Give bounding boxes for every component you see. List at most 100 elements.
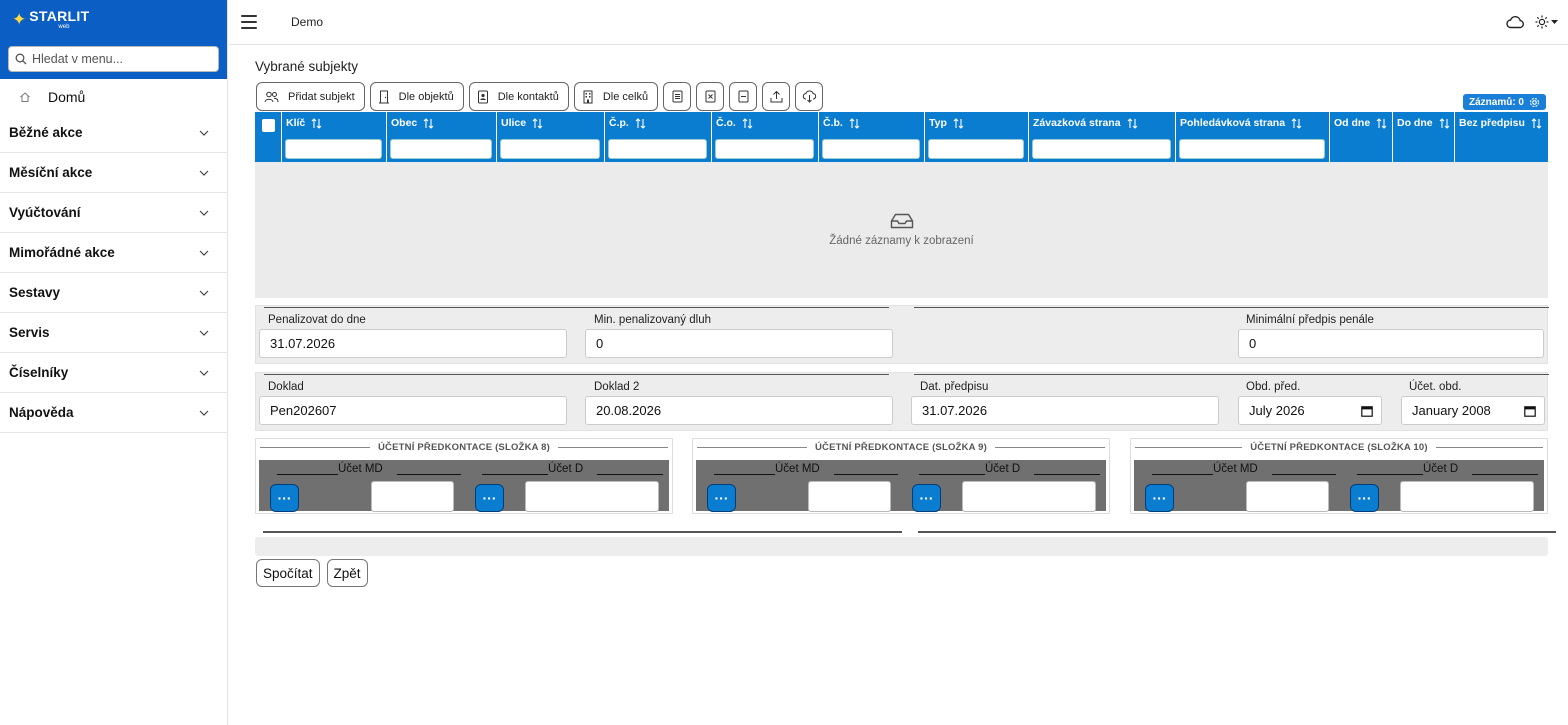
calculate-button[interactable]: Spočítat [256, 559, 320, 587]
column-filter-input[interactable] [285, 139, 382, 159]
sort-icon[interactable] [1531, 117, 1542, 129]
column-title: Od dne [1334, 117, 1371, 129]
min-debt-input[interactable]: 0 [585, 329, 893, 358]
sort-icon[interactable] [1376, 117, 1387, 129]
account-d-input[interactable] [1400, 481, 1534, 512]
back-button[interactable]: Zpět [326, 559, 368, 587]
inbox-icon [890, 213, 913, 229]
records-count-badge[interactable]: Záznamů: 0 [1462, 94, 1546, 110]
sidebar-group[interactable]: Servis [0, 313, 227, 353]
select-all-checkbox[interactable] [261, 119, 275, 132]
account-d-picker-button[interactable]: ··· [912, 484, 941, 512]
sort-icon[interactable] [311, 117, 322, 129]
grid-column-header[interactable]: Typ [925, 112, 1029, 162]
sort-icon[interactable] [742, 117, 753, 129]
grid-column-header[interactable]: Klíč [282, 112, 387, 162]
column-filter-input[interactable] [1032, 139, 1171, 159]
account-md-input[interactable] [808, 481, 891, 512]
column-title: Obec [391, 117, 418, 129]
search-icon [15, 53, 27, 65]
sidebar-group[interactable]: Mimořádné akce [0, 233, 227, 273]
grid-column-header[interactable]: Závazková strana [1029, 112, 1176, 162]
account-d-picker-button[interactable]: ··· [1350, 484, 1379, 512]
sort-icon[interactable] [849, 117, 860, 129]
grid-column-header[interactable]: Od dne [1330, 112, 1393, 162]
account-d-input[interactable] [525, 481, 659, 512]
doc2-field: Doklad 2 20.08.2026 [582, 373, 908, 432]
account-md-input[interactable] [1246, 481, 1329, 512]
sort-icon[interactable] [953, 117, 964, 129]
by-contacts-button[interactable]: Dle kontaktů [468, 82, 569, 111]
sort-icon[interactable] [1439, 117, 1450, 129]
app-logo[interactable]: ✦ STARLIT web [12, 9, 89, 31]
account-md-picker-button[interactable]: ··· [270, 484, 299, 512]
account-md-picker-button[interactable]: ··· [1145, 484, 1174, 512]
sidebar-group-label: Měsíční akce [9, 165, 93, 180]
column-filter-input[interactable] [390, 139, 492, 159]
sidebar-group[interactable]: Číselníky [0, 353, 227, 393]
grid-header: Klíč Obec Ulice Č.p. Č.o. Č.b. Typ Závazková st… [255, 112, 1548, 162]
page-header-title: Demo [291, 15, 324, 29]
sidebar-item-home[interactable]: Domů [0, 80, 227, 113]
sidebar-group-label: Vyúčtování [9, 205, 81, 220]
column-filter-input[interactable] [1179, 139, 1325, 159]
date-input[interactable]: 31.07.2026 [911, 396, 1219, 425]
status-bar [255, 537, 1548, 556]
sort-icon[interactable] [635, 117, 646, 129]
by-objects-button[interactable]: Dle objektů [369, 82, 464, 111]
sort-icon[interactable] [1127, 117, 1138, 129]
add-subject-button[interactable]: Přidat subjekt [256, 82, 365, 111]
hamburger-menu-icon[interactable] [241, 15, 257, 29]
building-icon [583, 90, 593, 103]
calendar-icon[interactable] [1524, 405, 1536, 417]
text-document-button[interactable] [663, 82, 692, 111]
penalize-until-input[interactable]: 31.07.2026 [259, 329, 567, 358]
min-debt-label: Min. penalizovaný dluh [594, 314, 711, 326]
theme-toggle[interactable] [1535, 15, 1558, 29]
excel-export-button[interactable] [696, 82, 725, 111]
grid-column-header[interactable]: Ulice [497, 112, 605, 162]
remove-document-button[interactable] [729, 82, 758, 111]
by-contacts-label: Dle kontaktů [497, 90, 559, 103]
grid-column-header[interactable]: Č.b. [819, 112, 925, 162]
column-filter-input[interactable] [715, 139, 814, 159]
sidebar-group[interactable]: Běžné akce [0, 113, 227, 153]
account-d-input[interactable] [962, 481, 1096, 512]
doc2-input[interactable]: 20.08.2026 [585, 396, 893, 425]
grid-column-header[interactable]: Do dne [1393, 112, 1455, 162]
sidebar-item-home-label: Domů [48, 88, 86, 105]
min-penalty-input[interactable]: 0 [1238, 329, 1544, 358]
account-d-picker-button[interactable]: ··· [475, 484, 504, 512]
by-units-button[interactable]: Dle celků [573, 82, 659, 111]
grid-column-header[interactable]: Č.o. [712, 112, 819, 162]
grid-column-header[interactable]: Pohledávková strana [1176, 112, 1330, 162]
grid-column-header[interactable]: Č.p. [605, 112, 712, 162]
column-filter-input[interactable] [500, 139, 600, 159]
upload-button[interactable] [762, 82, 791, 111]
acc-period-input[interactable]: January 2008 [1401, 396, 1545, 425]
account-md-picker-button[interactable]: ··· [707, 484, 736, 512]
sidebar-group[interactable]: Sestavy [0, 273, 227, 313]
period-input[interactable]: July 2026 [1238, 396, 1382, 425]
sidebar-group[interactable]: Měsíční akce [0, 153, 227, 193]
sort-icon[interactable] [423, 117, 434, 129]
sort-icon[interactable] [532, 117, 543, 129]
sidebar-group[interactable]: Vyúčtování [0, 193, 227, 233]
cloud-download-button[interactable] [795, 82, 824, 111]
column-filter-input[interactable] [928, 139, 1024, 159]
menu-search-input[interactable] [32, 52, 207, 66]
date-field: Dat. předpisu 31.07.2026 [908, 373, 1549, 432]
grid-column-header[interactable]: Obec [387, 112, 497, 162]
calendar-icon[interactable] [1361, 405, 1373, 417]
cloud-icon[interactable] [1505, 15, 1525, 29]
column-title: Do dne [1397, 117, 1433, 129]
grid-column-header[interactable]: Bez předpisu [1455, 112, 1548, 162]
sort-icon[interactable] [1291, 117, 1302, 129]
sidebar-group[interactable]: Nápověda [0, 393, 227, 433]
account-md-input[interactable] [371, 481, 454, 512]
column-filter-input[interactable] [822, 139, 920, 159]
account-d-text: Účet D [985, 463, 1021, 475]
penalize-until-field: Penalizovat do dne 31.07.2026 [256, 306, 889, 365]
doc-input[interactable]: Pen202607 [259, 396, 567, 425]
column-filter-input[interactable] [608, 139, 707, 159]
